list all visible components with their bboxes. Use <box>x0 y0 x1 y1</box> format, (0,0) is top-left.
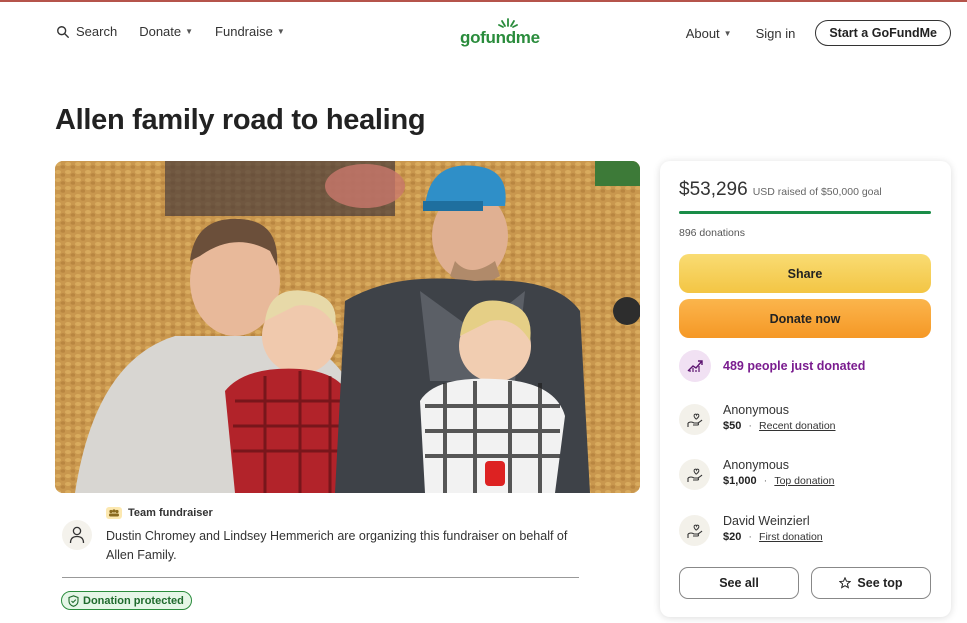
donate-now-button[interactable]: Donate now <box>679 299 931 338</box>
donor-name: David Weinzierl <box>723 514 810 528</box>
donations-count: 896 donations <box>679 227 745 239</box>
team-fundraiser-row: Team fundraiser <box>106 507 213 519</box>
about-menu-label: About <box>685 25 720 41</box>
see-all-button[interactable]: See all <box>679 567 799 599</box>
section-divider <box>62 577 579 578</box>
progress-bar <box>679 211 931 214</box>
raised-summary: $53,296 USD raised of $50,000 goal <box>679 179 882 201</box>
fundraise-menu-label: Fundraise <box>215 24 273 39</box>
fundraise-menu[interactable]: Fundraise ▼ <box>215 24 285 39</box>
logo-text: gofundme <box>460 28 540 47</box>
trending-donations-text: 489 people just donated <box>723 359 866 373</box>
share-button[interactable]: Share <box>679 254 931 293</box>
donation-hand-icon <box>679 404 710 435</box>
donation-protected-label: Donation protected <box>83 594 184 607</box>
donation-hand-icon <box>679 459 710 490</box>
shield-check-icon <box>68 594 79 607</box>
header-nav-left: Search Donate ▼ Fundraise ▼ <box>56 24 307 39</box>
donor-row: Anonymous $1,000 · Top donation <box>679 457 834 490</box>
caret-down-icon: ▼ <box>185 27 194 36</box>
search-icon <box>57 25 69 38</box>
sign-in-label: Sign in <box>755 25 796 41</box>
gofundme-logo[interactable]: gofundme <box>460 18 548 48</box>
recent-donation-link[interactable]: Recent donation <box>759 420 835 432</box>
caret-down-icon: ▼ <box>723 28 732 38</box>
header-nav-right: About ▼ Sign in Start a GoFundMe <box>686 20 951 46</box>
donor-row: Anonymous $50 · Recent donation <box>679 402 836 435</box>
team-fundraiser-label: Team fundraiser <box>128 507 213 519</box>
donor-name: Anonymous <box>723 403 790 417</box>
top-donation-link[interactable]: Top donation <box>774 475 834 487</box>
sign-in-link[interactable]: Sign in <box>756 26 796 41</box>
campaign-title: Allen family road to healing <box>55 104 426 136</box>
star-icon <box>839 577 852 589</box>
raised-amount: $53,296 <box>679 179 748 200</box>
donor-row: David Weinzierl $20 · First donation <box>679 513 823 546</box>
donation-card: $53,296 USD raised of $50,000 goal 896 d… <box>660 161 951 617</box>
separator-dot: · <box>748 531 753 543</box>
start-gofundme-button[interactable]: Start a GoFundMe <box>815 20 951 46</box>
caret-down-icon: ▼ <box>276 27 285 36</box>
team-icon <box>106 507 122 519</box>
donate-menu-label: Donate <box>139 24 182 39</box>
top-accent-line <box>0 0 967 2</box>
logo-sun-rays-icon <box>498 18 518 28</box>
organizer-avatar-icon[interactable] <box>62 520 92 550</box>
see-top-button[interactable]: See top <box>811 567 931 599</box>
progress-bar-fill <box>679 211 931 214</box>
campaign-hero-image[interactable] <box>55 161 640 493</box>
first-donation-link[interactable]: First donation <box>759 531 823 543</box>
donor-amount: $1,000 <box>723 475 757 487</box>
see-top-label: See top <box>857 576 903 590</box>
trending-up-icon <box>679 350 711 382</box>
donor-amount: $50 <box>723 420 742 432</box>
separator-dot: · <box>763 475 768 487</box>
donation-hand-icon <box>679 515 710 546</box>
about-menu[interactable]: About ▼ <box>686 26 732 41</box>
donate-menu[interactable]: Donate ▼ <box>139 24 193 39</box>
search-link[interactable]: Search <box>56 24 117 39</box>
trending-donations-row: 489 people just donated <box>679 350 865 382</box>
donation-protected-badge[interactable]: Donation protected <box>61 591 192 610</box>
organizer-description: Dustin Chromey and Lindsey Hemmerich are… <box>106 529 568 562</box>
goal-text: USD raised of $50,000 goal <box>752 186 882 198</box>
search-label: Search <box>76 24 118 39</box>
donor-name: Anonymous <box>723 458 790 472</box>
separator-dot: · <box>748 420 753 432</box>
family-photo-illustration <box>55 161 640 493</box>
donor-amount: $20 <box>723 531 742 543</box>
